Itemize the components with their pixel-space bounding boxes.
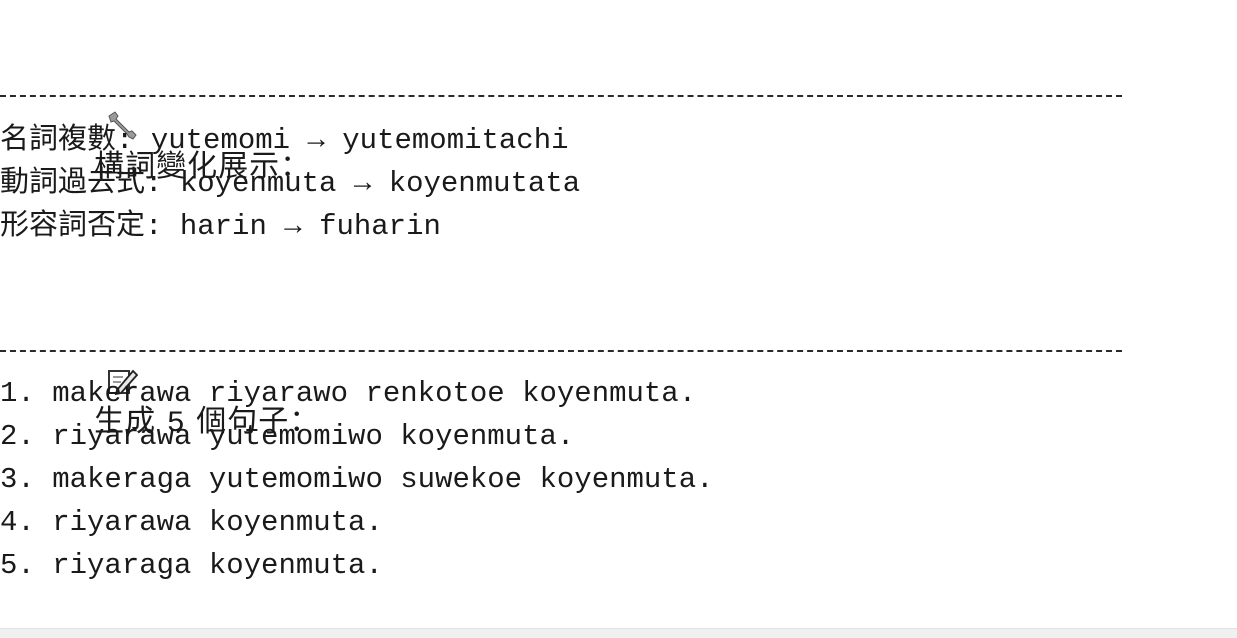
separator-line	[0, 95, 1122, 97]
morph-line: 動詞過去式: koyenmuta → koyenmutata	[0, 164, 581, 200]
morphology-heading: 構詞變化展示：	[0, 30, 311, 184]
morph-line: 名詞複數: yutemomi → yutemomitachi	[0, 121, 569, 157]
sentence-line: 2. riyarawa yutemomiwo koyenmuta.	[0, 420, 575, 453]
sentences-heading: 生成 5 個句子：	[0, 285, 320, 441]
morph-line: 形容詞否定: harin → fuharin	[0, 207, 441, 243]
sentence-line: 5. riyaraga koyenmuta.	[0, 549, 383, 582]
sentence-line: 1. makerawa riyarawo renkotoe koyenmuta.	[0, 377, 697, 410]
console-output: 構詞變化展示： 名詞複數: yutemomi → yutemomitachi 動…	[0, 0, 1237, 638]
sentence-line: 3. makeraga yutemomiwo suwekoe koyenmuta…	[0, 463, 714, 496]
separator-line	[0, 350, 1122, 352]
bottom-scroll-edge	[0, 628, 1237, 638]
sentence-line: 4. riyarawa koyenmuta.	[0, 506, 383, 539]
